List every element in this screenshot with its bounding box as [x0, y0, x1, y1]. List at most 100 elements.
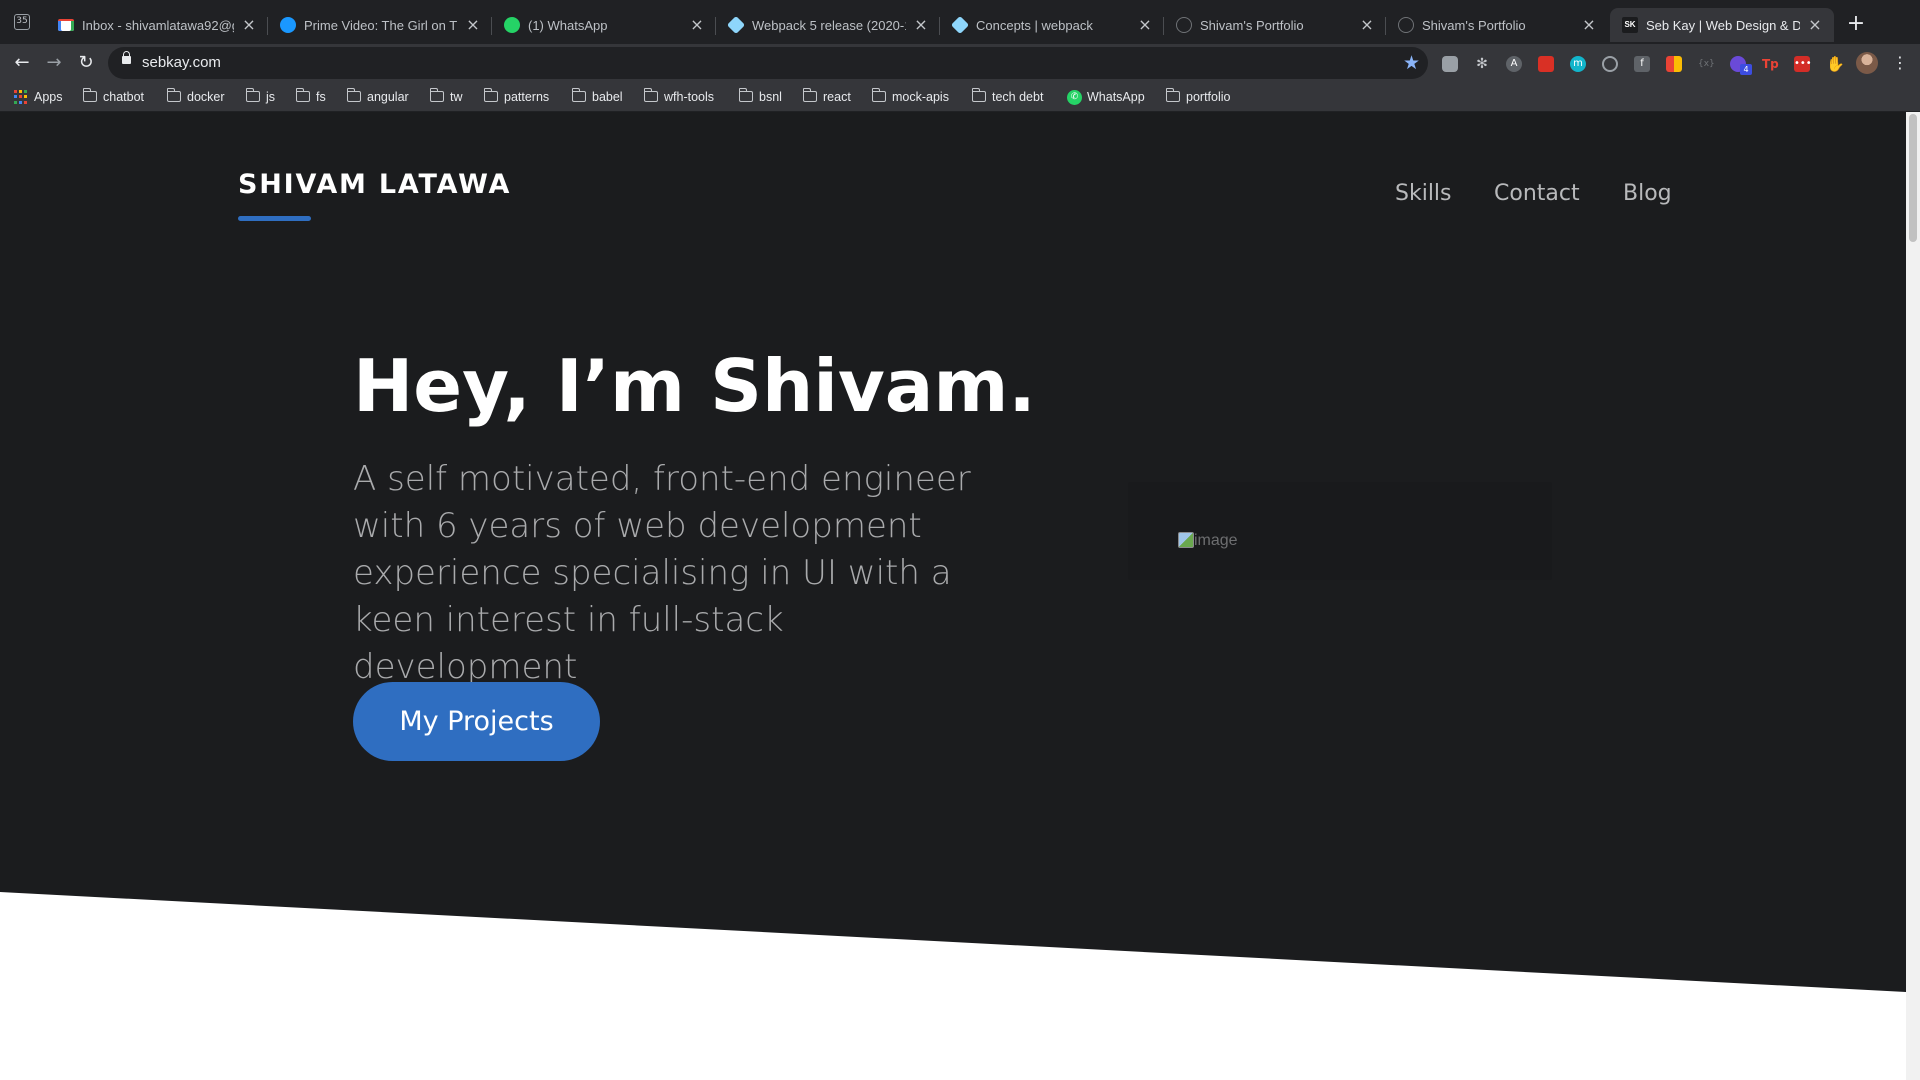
tab-title: (1) WhatsApp — [528, 18, 608, 33]
pdf-extension-icon[interactable] — [1538, 56, 1554, 72]
tab-gmail[interactable]: Inbox - shivamlatawa92@gmail.com × — [46, 8, 268, 42]
bookmark-label: react — [823, 90, 851, 104]
tp-extension-icon[interactable]: Tp — [1762, 56, 1779, 72]
bookmark-label: fs — [316, 90, 326, 104]
folder-icon — [971, 88, 986, 102]
folder-icon — [738, 88, 753, 102]
page-scrollbar[interactable] — [1906, 112, 1920, 1080]
globe-icon — [1176, 17, 1192, 33]
logo-underline — [238, 216, 311, 221]
forward-arrow-icon[interactable]: → — [40, 49, 68, 77]
tab-prime-video[interactable]: Prime Video: The Girl on The Train × — [268, 8, 492, 42]
folder-icon — [82, 88, 97, 102]
target-extension-icon[interactable] — [1602, 56, 1618, 72]
close-tab-icon[interactable]: × — [1580, 16, 1598, 34]
gmail-icon — [58, 19, 74, 31]
bookmark-label: angular — [367, 90, 409, 104]
bookmark-label: mock-apis — [892, 90, 949, 104]
nav-link-skills[interactable]: Skills — [1395, 180, 1452, 208]
broken-image-icon — [1178, 532, 1194, 548]
sk-icon: SK — [1622, 17, 1638, 33]
prime-video-icon — [280, 17, 296, 33]
facebook-extension-icon[interactable]: f — [1634, 56, 1650, 72]
bookmark-label: js — [266, 90, 276, 104]
folder-icon — [166, 88, 181, 102]
folder-icon — [429, 88, 444, 102]
bookmark-label: docker — [187, 90, 225, 104]
tab-title: Inbox - shivamlatawa92@gmail.com — [82, 18, 234, 33]
folder-icon — [295, 88, 310, 102]
folder-icon — [245, 88, 260, 102]
lastpass-extension-icon[interactable]: ••• — [1794, 56, 1812, 72]
tab-strip: 35 Inbox - shivamlatawa92@gmail.com × Pr… — [0, 0, 1920, 44]
whatsapp-icon — [504, 17, 520, 33]
close-tab-icon[interactable]: × — [912, 16, 930, 34]
back-arrow-icon[interactable]: ← — [8, 49, 36, 77]
close-tab-icon[interactable]: × — [688, 16, 706, 34]
folder-icon — [571, 88, 586, 102]
scrollbar-thumb[interactable] — [1909, 114, 1917, 242]
hero-subtitle: A self motivated, front-end engineer wit… — [353, 459, 971, 687]
camera-extension-icon[interactable] — [1442, 56, 1458, 72]
close-tab-icon[interactable]: × — [1806, 16, 1824, 34]
close-tab-icon[interactable]: × — [464, 16, 482, 34]
close-tab-icon[interactable]: × — [1136, 16, 1154, 34]
mendeley-extension-icon[interactable]: m — [1570, 56, 1586, 72]
tab-title: Shivam's Portfolio — [1200, 18, 1304, 33]
bookmark-label: Apps — [34, 90, 63, 104]
bookmark-apps[interactable]: Apps — [14, 89, 70, 106]
profile-avatar[interactable] — [1856, 52, 1878, 74]
reload-icon[interactable]: ↻ — [72, 49, 100, 77]
hero-title: Hey, I’m Shivam. — [353, 344, 1036, 428]
bookmark-label: patterns — [504, 90, 550, 104]
tab-portfolio-2[interactable]: Shivam's Portfolio × — [1386, 8, 1608, 42]
url-text[interactable]: sebkay.com — [142, 54, 221, 72]
bookmarks-bar: Apps chatbot docker js fs angular tw pat… — [0, 82, 1920, 112]
tab-title: Seb Kay | Web Design & Development — [1646, 18, 1800, 33]
hero-image-container: image — [1128, 482, 1552, 580]
folder-icon — [871, 88, 886, 102]
redux-extension-icon[interactable]: 4 — [1730, 56, 1752, 75]
bookmark-label: chatbot — [103, 90, 145, 104]
react-devtools-icon[interactable]: ✻ — [1474, 56, 1490, 72]
json-extension-icon[interactable]: {x} — [1698, 56, 1715, 72]
apps-grid-icon — [14, 90, 28, 104]
tab-webpack-release[interactable]: Webpack 5 release (2020-10-10) × — [716, 8, 940, 42]
site-logo[interactable]: SHIVAM LATAWA — [238, 168, 511, 202]
my-projects-button[interactable]: My Projects — [353, 682, 600, 761]
tab-search-icon[interactable]: 35 — [14, 14, 30, 30]
folder-icon — [802, 88, 817, 102]
tab-webpack-concepts[interactable]: Concepts | webpack × — [940, 8, 1164, 42]
bookmark-label: tw — [450, 90, 463, 104]
bookmark-label: portfolio — [1186, 90, 1231, 104]
close-tab-icon[interactable]: × — [240, 16, 258, 34]
bookmark-label: bsnl — [759, 90, 782, 104]
extensions-puzzle-icon[interactable]: ✋ — [1826, 56, 1845, 72]
folder-icon — [346, 88, 361, 102]
nav-link-contact[interactable]: Contact — [1494, 180, 1580, 208]
tab-whatsapp[interactable]: (1) WhatsApp × — [492, 8, 716, 42]
bookmark-label: babel — [592, 90, 623, 104]
new-tab-button[interactable]: + — [1842, 12, 1870, 36]
bookmark-label: wfh-tools — [664, 90, 715, 104]
tab-portfolio-1[interactable]: Shivam's Portfolio × — [1164, 8, 1386, 42]
folder-icon — [643, 88, 658, 102]
bookmark-label: tech debt — [992, 90, 1044, 104]
webpack-icon — [726, 15, 746, 35]
address-bar[interactable]: sebkay.com ★ — [108, 47, 1428, 79]
nav-link-blog[interactable]: Blog — [1623, 180, 1672, 208]
folder-icon — [483, 88, 498, 102]
lock-icon[interactable] — [122, 51, 131, 64]
tab-seb-kay[interactable]: SK Seb Kay | Web Design & Development × — [1610, 8, 1834, 42]
tab-title: Concepts | webpack — [976, 18, 1093, 33]
bookmark-extension-icon[interactable] — [1666, 56, 1682, 72]
image-alt-text: image — [1194, 532, 1238, 549]
browser-toolbar: ← → ↻ sebkay.com ★ ✻ A m f {x} 4 Tp ••• … — [0, 44, 1920, 82]
grammar-extension-icon[interactable]: A — [1506, 56, 1522, 72]
bookmark-star-icon[interactable]: ★ — [1403, 51, 1420, 75]
browser-menu-icon[interactable]: ⋮ — [1890, 52, 1910, 74]
tab-title: Shivam's Portfolio — [1422, 18, 1526, 33]
page-viewport: SHIVAM LATAWA Skills Contact Blog Hey, I… — [0, 112, 1906, 1080]
broken-image: image — [1178, 532, 1238, 550]
close-tab-icon[interactable]: × — [1358, 16, 1376, 34]
